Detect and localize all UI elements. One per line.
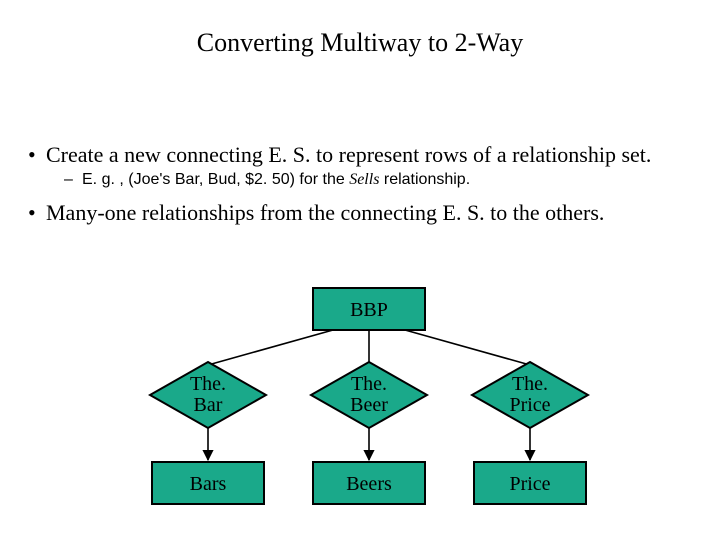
relationship-thebeer-line1: The. xyxy=(351,373,387,395)
entity-beers: Beers xyxy=(313,462,425,504)
slide: Converting Multiway to 2-Way Create a ne… xyxy=(0,0,720,540)
relationship-thebeer: The. Beer xyxy=(311,362,427,428)
edge-bbp-to-theprice xyxy=(405,330,530,365)
er-diagram: BBP The. Bar The. Beer The. Price Ba xyxy=(0,0,720,540)
entity-bars-label: Bars xyxy=(190,473,227,495)
entity-price-label: Price xyxy=(509,473,550,495)
entity-bbp: BBP xyxy=(313,288,425,330)
relationship-theprice-line1: The. xyxy=(512,373,548,395)
relationship-thebar-line1: The. xyxy=(190,373,226,395)
relationship-theprice-line2: Price xyxy=(509,394,550,416)
entity-bars: Bars xyxy=(152,462,264,504)
entity-beers-label: Beers xyxy=(346,473,392,495)
edge-bbp-to-thebar xyxy=(208,330,333,365)
relationship-thebar: The. Bar xyxy=(150,362,266,428)
relationship-thebeer-line2: Beer xyxy=(350,394,388,416)
relationship-thebar-line2: Bar xyxy=(194,394,223,416)
relationship-theprice: The. Price xyxy=(472,362,588,428)
entity-bbp-label: BBP xyxy=(350,299,388,321)
entity-price: Price xyxy=(474,462,586,504)
